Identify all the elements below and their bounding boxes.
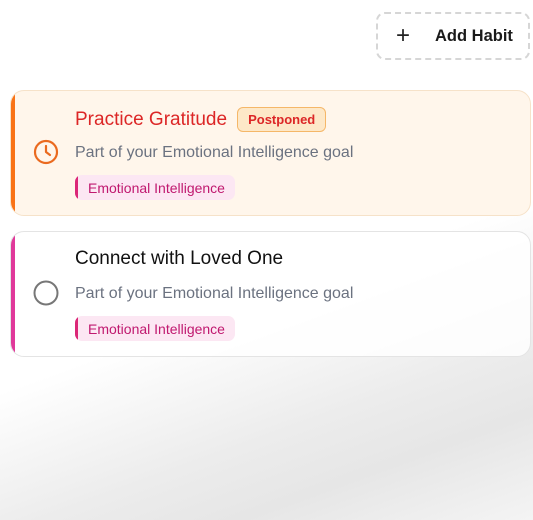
habit-title-row: Connect with Loved One xyxy=(75,248,283,270)
goal-tag: Emotional Intelligence xyxy=(75,175,235,200)
habit-title: Connect with Loved One xyxy=(75,248,284,269)
add-habit-button[interactable]: + Add Habit xyxy=(376,12,530,60)
status-badge: Postponed xyxy=(237,107,327,132)
habit-title: Practice Gratitude xyxy=(75,108,228,130)
habit-title-row: Practice Gratitude Postponed xyxy=(75,107,327,132)
habit-card-practice-gratitude[interactable]: Practice Gratitude Postponed Part of you… xyxy=(10,90,531,216)
habit-accent-bar xyxy=(11,232,15,356)
goal-tag: Emotional Intelligence xyxy=(75,316,235,341)
add-habit-label: Add Habit xyxy=(435,26,513,45)
habit-subtitle: Part of your Emotional Intelligence goal xyxy=(75,144,354,161)
habit-subtitle: Part of your Emotional Intelligence goal xyxy=(75,285,354,302)
empty-circle-icon[interactable] xyxy=(33,280,59,306)
clock-icon[interactable] xyxy=(33,139,59,165)
habit-card-connect-with-loved-one[interactable]: Connect with Loved One Part of your Emot… xyxy=(10,231,531,357)
habit-accent-bar xyxy=(11,91,15,215)
plus-icon: + xyxy=(396,22,411,49)
